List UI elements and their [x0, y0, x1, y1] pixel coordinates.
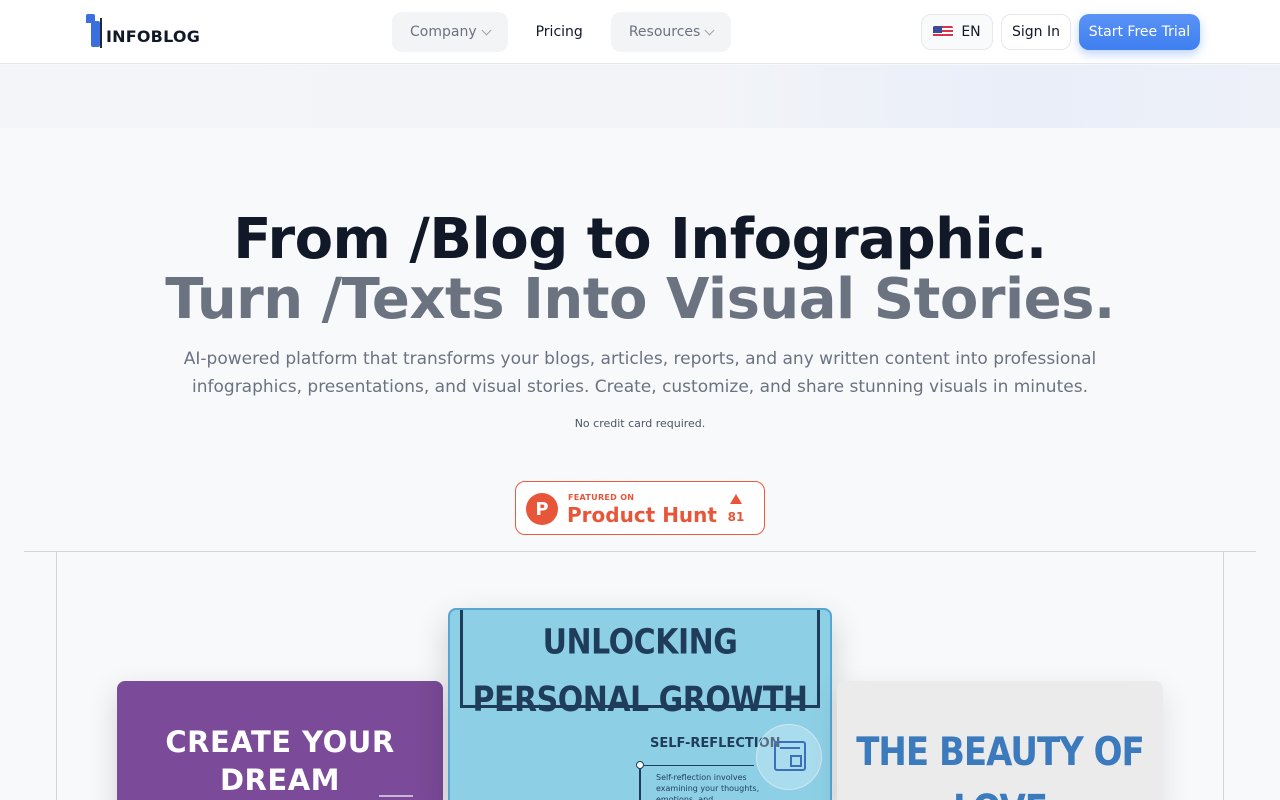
- nav-resources-dropdown[interactable]: Resources: [610, 12, 732, 52]
- language-label: EN: [961, 24, 981, 40]
- card-title: CREATE YOUR DREAM: [165, 725, 395, 797]
- card-underline: [379, 795, 413, 797]
- top-navbar: INFOBLOG Company Pricing Resources EN Si…: [0, 0, 1280, 64]
- card-section-badge: [756, 724, 822, 790]
- chevron-down-icon: [481, 25, 492, 35]
- product-hunt-badge[interactable]: P FEATURED ON Product Hunt 81: [515, 481, 765, 535]
- infographic-card-create-dream[interactable]: CREATE YOUR DREAM: [117, 681, 443, 800]
- nav-resources-label: Resources: [628, 24, 701, 40]
- product-hunt-name: Product Hunt: [567, 503, 717, 527]
- card-title: THE BEAUTY OF LOVE: [856, 729, 1145, 800]
- timeline-line: [639, 764, 641, 800]
- sign-in-button[interactable]: Sign In: [1001, 14, 1071, 50]
- logo-text: INFOBLOG: [106, 27, 201, 46]
- window-icon: [774, 741, 806, 771]
- nav-pricing-label: Pricing: [535, 24, 583, 40]
- logo-icon: [86, 14, 104, 50]
- product-hunt-featured-label: FEATURED ON: [568, 493, 635, 502]
- nav-company-dropdown[interactable]: Company: [392, 12, 508, 52]
- infographic-card-personal-growth[interactable]: UNLOCKING PERSONAL GROWTH SELF-REFLECTIO…: [448, 608, 832, 800]
- showcase-border-right: [1223, 551, 1224, 800]
- showcase-border-left: [56, 551, 57, 800]
- card-body-text: Self-reflection involves examining your …: [656, 773, 760, 800]
- hero-title: From /Blog to Infographic.: [233, 207, 1047, 272]
- infoblog-logo[interactable]: INFOBLOG: [86, 14, 200, 50]
- showcase-divider: [24, 551, 1256, 552]
- hero-subtitle: Turn /Texts Into Visual Stories.: [165, 267, 1115, 332]
- upvote-count: 81: [727, 510, 745, 524]
- nav-company-label: Company: [410, 24, 477, 40]
- main-nav: Company Pricing Resources: [392, 12, 732, 52]
- language-selector[interactable]: EN: [921, 14, 993, 50]
- start-free-trial-button[interactable]: Start Free Trial: [1079, 14, 1200, 50]
- timeline-dot: [636, 761, 644, 769]
- hero-description: AI-powered platform that transforms your…: [183, 349, 1097, 397]
- product-hunt-logo-icon: P: [526, 493, 558, 525]
- no-credit-card-note: No credit card required.: [574, 417, 706, 430]
- timeline-connector: [644, 765, 754, 766]
- nav-pricing-link[interactable]: Pricing: [516, 12, 603, 52]
- card-title: UNLOCKING PERSONAL GROWTH: [472, 622, 808, 721]
- chevron-down-icon: [704, 25, 715, 35]
- upvote-triangle-icon: [730, 494, 742, 504]
- us-flag-icon: [933, 26, 954, 38]
- header-gradient-band: [0, 65, 1280, 128]
- infographic-card-beauty-of-love[interactable]: THE BEAUTY OF LOVE: [837, 681, 1163, 800]
